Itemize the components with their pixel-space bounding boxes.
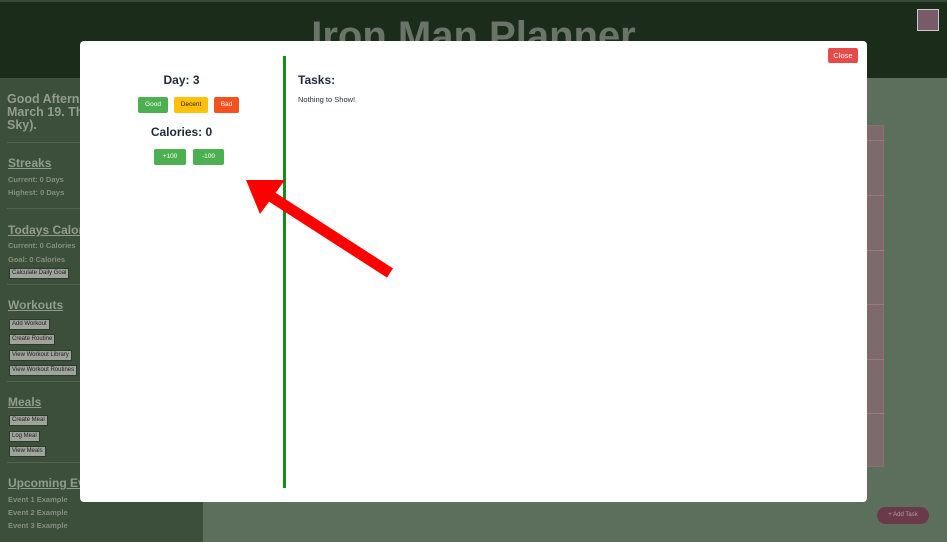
add-100-calories-button[interactable]: +100 xyxy=(154,149,186,165)
event-item: Event 2 Example xyxy=(8,508,68,517)
streak-current: Current: 0 Days xyxy=(8,175,64,184)
view-workout-routines-button[interactable]: View Workout Routines xyxy=(9,365,78,376)
calories-goal: Goal: 0 Calories xyxy=(8,255,66,264)
tasks-empty-message: Nothing to Show! xyxy=(298,95,356,104)
create-routine-button[interactable]: Create Routine xyxy=(9,334,56,345)
create-meal-button[interactable]: Create Meal xyxy=(9,415,48,426)
grid-line xyxy=(866,250,884,251)
workouts-title: Workouts xyxy=(8,298,64,312)
view-workout-library-button[interactable]: View Workout Library xyxy=(9,350,72,361)
modal-separator xyxy=(283,56,286,488)
grid-line xyxy=(866,359,884,360)
task-grid xyxy=(866,125,884,467)
streak-highest: Highest: 0 Days xyxy=(8,188,65,197)
close-button[interactable]: Close xyxy=(828,48,858,63)
day-modal: Day: 3 Good Decent Bad Calories: 0 +100 … xyxy=(80,41,867,502)
subtract-100-calories-button[interactable]: -100 xyxy=(193,149,224,165)
event-item: Event 1 Example xyxy=(8,495,68,504)
calories-label: Calories: 0 xyxy=(150,125,213,139)
decent-button[interactable]: Decent xyxy=(174,97,208,113)
day-label: Day: 3 xyxy=(163,73,200,87)
grid-line xyxy=(866,413,884,414)
add-workout-button[interactable]: Add Workout xyxy=(9,319,50,330)
view-meals-button[interactable]: View Meals xyxy=(9,446,46,457)
tasks-title: Tasks: xyxy=(298,73,336,87)
meals-title: Meals xyxy=(8,395,42,409)
grid-line xyxy=(866,140,884,141)
calories-current: Current: 0 Calories xyxy=(8,241,76,250)
good-button[interactable]: Good xyxy=(138,97,168,113)
event-item: Event 3 Example xyxy=(8,521,68,530)
grid-line xyxy=(866,304,884,305)
bad-button[interactable]: Bad xyxy=(214,97,239,113)
grid-line xyxy=(866,195,884,196)
add-task-button[interactable]: + Add Task xyxy=(877,507,929,524)
streaks-title: Streaks xyxy=(8,156,52,170)
calculate-goal-button[interactable]: Calculate Daily Goal xyxy=(9,268,70,279)
log-meal-button[interactable]: Log Meal xyxy=(9,431,40,442)
avatar[interactable] xyxy=(917,9,939,31)
